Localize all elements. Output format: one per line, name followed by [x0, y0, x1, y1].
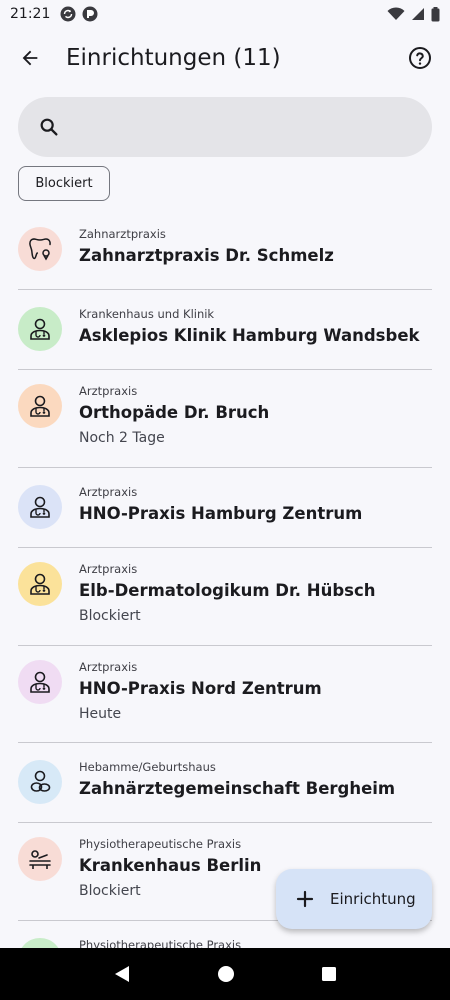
item-category: Hebamme/Geburtshaus — [79, 760, 216, 774]
avatar — [18, 660, 62, 704]
list-item[interactable]: Arztpraxis Elb-Dermatologikum Dr. Hübsch… — [18, 548, 432, 646]
system-nav-bar — [0, 948, 450, 1000]
item-category: Arztpraxis — [79, 660, 138, 674]
add-facility-label: Einrichtung — [330, 890, 416, 908]
item-name: HNO-Praxis Nord Zentrum — [79, 679, 322, 698]
status-bar: 21:21 — [0, 0, 450, 28]
page-title: Einrichtungen (11) — [66, 45, 281, 71]
list-item[interactable]: Arztpraxis Orthopäde Dr. Bruch Noch 2 Ta… — [18, 370, 432, 468]
avatar — [18, 760, 62, 804]
search-input[interactable] — [72, 118, 402, 136]
arrow-left-icon — [22, 50, 38, 66]
filter-chip-blockiert[interactable]: Blockiert — [18, 166, 110, 201]
item-name: Zahnarztpraxis Dr. Schmelz — [79, 246, 334, 265]
help-circle-icon — [409, 47, 431, 69]
item-status: Blockiert — [79, 608, 141, 624]
item-name: Zahnärztegemeinschaft Bergheim — [79, 779, 396, 798]
sync-icon — [60, 6, 76, 22]
avatar — [18, 227, 62, 271]
list-item[interactable]: Arztpraxis HNO-Praxis Nord Zentrum Heute — [18, 646, 432, 743]
doctor-icon — [30, 573, 50, 595]
item-category: Arztpraxis — [79, 562, 138, 576]
item-name: HNO-Praxis Hamburg Zentrum — [79, 504, 363, 523]
massage-icon — [29, 850, 51, 869]
app-bar: Einrichtungen (11) — [0, 28, 450, 88]
back-button[interactable] — [0, 28, 60, 88]
search-icon — [40, 118, 58, 136]
list-item[interactable]: Arztpraxis HNO-Praxis Hamburg Zentrum — [18, 468, 432, 548]
app-notification-icon — [82, 6, 98, 22]
item-category: Krankenhaus und Klinik — [79, 307, 215, 321]
signal-icon — [412, 8, 424, 20]
avatar — [18, 307, 62, 351]
avatar — [18, 837, 62, 881]
status-time: 21:21 — [10, 6, 51, 22]
item-name: Orthopäde Dr. Bruch — [79, 403, 270, 422]
home-circle-icon[interactable] — [217, 965, 235, 983]
list-item[interactable]: Zahnarztpraxis Zahnarztpraxis Dr. Schmel… — [18, 210, 432, 290]
status-icons-right — [387, 6, 440, 22]
midwife-icon — [30, 770, 51, 792]
item-category: Zahnarztpraxis — [79, 227, 166, 241]
wifi-icon — [387, 7, 405, 20]
item-status: Noch 2 Tage — [79, 430, 165, 446]
item-name: Asklepios Klinik Hamburg Wandsbek — [79, 326, 420, 345]
add-facility-button[interactable]: Einrichtung — [276, 869, 432, 929]
battery-icon — [431, 6, 440, 21]
item-status: Heute — [79, 706, 122, 722]
search-bar[interactable] — [18, 97, 432, 157]
item-name: Elb-Dermatologikum Dr. Hübsch — [79, 581, 376, 600]
list-item[interactable]: Krankenhaus und Klinik Asklepios Klinik … — [18, 290, 432, 370]
doctor-icon — [30, 496, 50, 518]
doctor-icon — [30, 318, 50, 340]
doctor-icon — [30, 395, 50, 417]
help-button[interactable] — [390, 28, 450, 88]
avatar — [18, 485, 62, 529]
avatar — [18, 384, 62, 428]
item-category: Physiotherapeutische Praxis — [79, 837, 242, 851]
item-category: Arztpraxis — [79, 485, 138, 499]
item-name: Krankenhaus Berlin — [79, 856, 262, 875]
item-status: Blockiert — [79, 883, 141, 899]
avatar — [18, 562, 62, 606]
item-category: Arztpraxis — [79, 384, 138, 398]
recents-square-icon[interactable] — [321, 966, 337, 982]
back-triangle-icon[interactable] — [113, 964, 131, 984]
doctor-icon — [30, 671, 50, 693]
tooth-icon — [29, 238, 51, 261]
plus-icon — [296, 890, 314, 908]
list-item[interactable]: Hebamme/Geburtshaus Zahnärztegemeinschaf… — [18, 743, 432, 823]
